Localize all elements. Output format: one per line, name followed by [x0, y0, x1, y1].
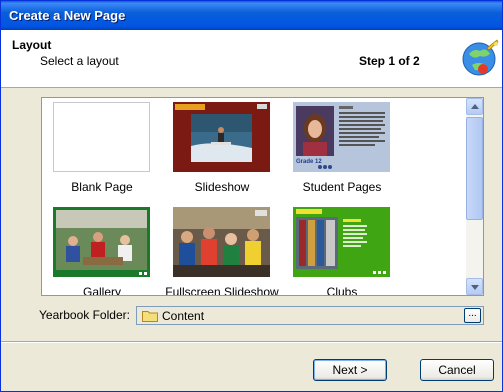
- student-pages-thumbnail: Grade 12: [293, 102, 390, 172]
- layout-label: Slideshow: [194, 180, 250, 194]
- dialog-window: Create a New Page Layout Select a layout…: [0, 0, 503, 392]
- layout-tile-clubs[interactable]: Clubs: [282, 203, 402, 296]
- cancel-button[interactable]: Cancel: [420, 359, 494, 381]
- fullscreen-slideshow-thumbnail: [173, 207, 270, 277]
- header-subtitle: Select a layout: [40, 54, 119, 68]
- fullscreen-photo: [173, 207, 270, 277]
- scroll-down-button[interactable]: [466, 278, 483, 295]
- layout-tile-gallery[interactable]: Gallery: [42, 203, 162, 296]
- title-bar[interactable]: Create a New Page: [1, 1, 502, 30]
- scroll-up-button[interactable]: [466, 98, 483, 115]
- gallery-photo: [53, 207, 150, 277]
- folder-value: Content: [162, 309, 205, 323]
- slideshow-photo: [173, 102, 270, 172]
- layout-label: Fullscreen Slideshow: [165, 285, 279, 296]
- separator: [1, 341, 502, 343]
- wizard-header: Layout Select a layout Step 1 of 2: [1, 30, 502, 88]
- next-button[interactable]: Next >: [313, 359, 387, 381]
- arrow-up-icon: [471, 104, 479, 109]
- vertical-scrollbar[interactable]: [466, 98, 483, 295]
- grade-label: Grade 12: [296, 159, 322, 165]
- layout-tile-student-pages[interactable]: Grade 12 Student Pages: [282, 98, 402, 203]
- header-title: Layout: [12, 38, 52, 52]
- arrow-down-icon: [471, 285, 479, 290]
- clubs-thumbnail: [293, 207, 390, 277]
- layout-label: Gallery: [82, 285, 121, 296]
- layout-label: Student Pages: [302, 180, 382, 194]
- window-title: Create a New Page: [9, 8, 126, 23]
- gallery-thumbnail: [53, 207, 150, 277]
- clubs-layout: [293, 207, 390, 277]
- wizard-icon: [462, 39, 499, 76]
- slideshow-thumbnail: [173, 102, 270, 172]
- yearbook-folder-label: Yearbook Folder:: [39, 308, 130, 322]
- layout-label: Clubs: [326, 285, 358, 296]
- layout-tile-slideshow[interactable]: Slideshow: [162, 98, 282, 203]
- folder-icon: [142, 311, 158, 322]
- scroll-thumb[interactable]: [466, 117, 483, 220]
- layout-tile-fullscreen-slideshow[interactable]: Fullscreen Slideshow: [162, 203, 282, 296]
- browse-button[interactable]: ...: [464, 308, 481, 323]
- layout-label: Blank Page: [71, 180, 133, 194]
- blank-page-thumbnail: [53, 102, 150, 172]
- layout-gallery[interactable]: Blank Page Slideshow Grade 12 Student Pa…: [41, 97, 484, 296]
- yearbook-folder-field[interactable]: Content ...: [136, 306, 484, 325]
- step-indicator: Step 1 of 2: [359, 54, 420, 68]
- layout-tile-blank-page[interactable]: Blank Page: [42, 98, 162, 203]
